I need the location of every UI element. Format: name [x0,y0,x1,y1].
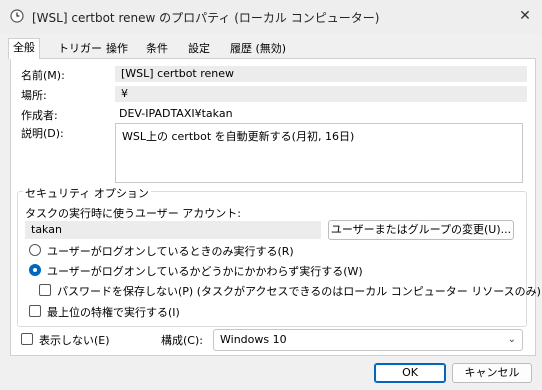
description-textarea[interactable]: WSL上の certbot を自動更新する(月初, 16日) [115,123,523,183]
run-whether-logged-on-label: ユーザーがログオンしているかどうかにかかわらず実行する(W) [47,265,363,278]
security-options-title: セキュリティ オプション [23,185,151,201]
highest-privileges-checkbox[interactable] [29,305,41,317]
general-tab-panel: 名前(M): [WSL] certbot renew 場所: ¥ 作成者: DE… [10,58,541,356]
name-label: 名前(M): [21,69,65,82]
tab-general[interactable]: 全般 [8,38,40,59]
tab-history[interactable]: 履歴 (無効) [226,40,290,58]
author-field: DEV-IPADTAXI¥takan [119,107,233,120]
run-logged-on-only-label: ユーザーがログオンしているときのみ実行する(R) [47,245,294,258]
config-select-value: Windows 10 [220,333,287,346]
run-whether-logged-on-radio[interactable] [29,264,41,276]
author-label: 作成者: [21,109,58,122]
hidden-label: 表示しない(E) [39,334,110,347]
tab-triggers[interactable]: トリガー [54,40,106,58]
window-title: [WSL] certbot renew のプロパティ (ローカル コンピューター… [32,11,380,25]
tab-actions[interactable]: 操作 [102,40,132,58]
chevron-down-icon: ⌄ [507,334,516,345]
account-prompt: タスクの実行時に使うユーザー アカウント: [25,207,241,220]
tab-settings[interactable]: 設定 [184,40,214,58]
clock-icon [10,9,24,23]
cancel-button[interactable]: キャンセル [452,363,532,383]
run-logged-on-only-radio[interactable] [29,244,41,256]
title-bar: [WSL] certbot renew のプロパティ (ローカル コンピューター… [0,0,542,34]
location-field: ¥ [115,86,527,102]
location-label: 場所: [21,89,47,102]
change-user-button[interactable]: ユーザーまたはグループの変更(U)... [328,220,514,240]
close-icon[interactable]: ✕ [514,6,536,26]
config-select[interactable]: Windows 10 ⌄ [213,329,523,351]
account-field: takan [25,221,321,239]
config-label: 構成(C): [161,334,203,347]
highest-privileges-label: 最上位の特権で実行する(I) [47,306,180,319]
tab-conditions[interactable]: 条件 [142,40,172,58]
ok-button[interactable]: OK [374,363,446,383]
name-field: [WSL] certbot renew [115,66,527,82]
description-label: 説明(D): [21,127,64,140]
hidden-checkbox[interactable] [21,333,33,345]
no-store-password-checkbox[interactable] [39,284,51,296]
no-store-password-label: パスワードを保存しない(P) (タスクがアクセスできるのはローカル コンピュータ… [57,285,541,298]
